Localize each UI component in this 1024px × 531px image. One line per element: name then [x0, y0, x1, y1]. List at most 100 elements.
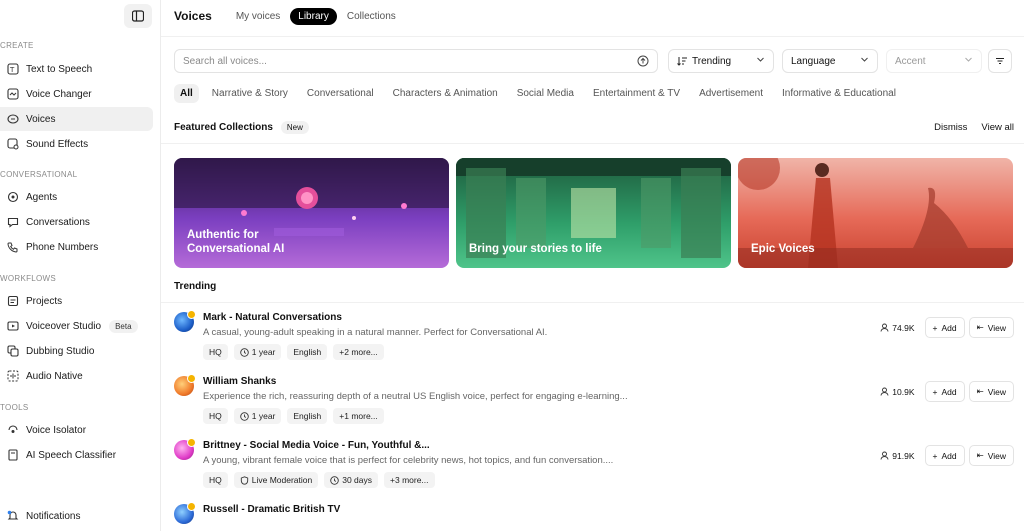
- beta-badge: Beta: [109, 319, 138, 333]
- sidebar-item-audio-native[interactable]: Audio Native: [0, 364, 153, 388]
- dubbing-icon: [6, 344, 20, 358]
- sound-effects-icon: [6, 137, 20, 151]
- voice-name[interactable]: Russell - Dramatic British TV: [203, 504, 340, 515]
- view-voice-button[interactable]: ⇤ View: [968, 445, 1014, 466]
- sidebar: CREATE T Text to Speech Voice Changer Vo…: [0, 0, 161, 531]
- section-workflows: WORKFLOWS: [0, 274, 57, 283]
- tag-more[interactable]: +2 more...: [333, 344, 384, 360]
- collection-card-epic[interactable]: Epic Voices: [738, 158, 1013, 268]
- chevron-down-icon: [860, 55, 869, 67]
- collection-card-stories[interactable]: Bring your stories to life: [456, 158, 731, 268]
- voice-tags: HQ 1 year English +1 more...: [203, 408, 390, 424]
- search-box: [174, 49, 658, 73]
- section-conversational: CONVERSATIONAL: [0, 170, 78, 179]
- usage-count: 74.9K: [880, 322, 915, 333]
- sidebar-item-voice-changer[interactable]: Voice Changer: [0, 82, 153, 106]
- tab-my-voices[interactable]: My voices: [228, 8, 288, 25]
- view-voice-button[interactable]: ⇤ View: [968, 317, 1014, 338]
- tab-library[interactable]: Library: [290, 7, 337, 25]
- voice-row[interactable]: William Shanks Experience the rich, reas…: [174, 373, 1014, 433]
- arrow-left-icon: ⇤: [976, 322, 984, 332]
- category-entertainment[interactable]: Entertainment & TV: [587, 84, 686, 103]
- language-dropdown[interactable]: Language: [782, 49, 878, 73]
- text-speech-icon: T: [6, 62, 20, 76]
- sidebar-item-label: Notifications: [26, 510, 81, 522]
- sidebar-item-notifications[interactable]: Notifications: [0, 504, 153, 528]
- voice-description: A young, vibrant female voice that is pe…: [203, 455, 614, 466]
- category-narrative[interactable]: Narrative & Story: [206, 84, 294, 103]
- tab-collections[interactable]: Collections: [339, 8, 404, 25]
- tag-quality: HQ: [203, 408, 228, 424]
- sidebar-item-label: Voice Isolator: [26, 424, 87, 436]
- tag-more[interactable]: +1 more...: [333, 408, 384, 424]
- category-advertisement[interactable]: Advertisement: [693, 84, 769, 103]
- plus-icon: +: [932, 450, 938, 461]
- sidebar-item-voice-isolator[interactable]: Voice Isolator: [0, 418, 153, 442]
- voice-actions: 91.9K + Add ⇤ View: [880, 445, 1014, 466]
- voice-name[interactable]: Mark - Natural Conversations: [203, 312, 342, 323]
- dismiss-link[interactable]: Dismiss: [934, 122, 967, 133]
- voice-search-icon[interactable]: [637, 55, 649, 70]
- sidebar-item-text-to-speech[interactable]: T Text to Speech: [0, 57, 153, 81]
- voice-actions: 10.9K + Add ⇤ View: [880, 381, 1014, 402]
- tag-language: English: [287, 408, 328, 424]
- voice-name[interactable]: Brittney - Social Media Voice - Fun, You…: [203, 440, 430, 451]
- classifier-icon: [6, 448, 20, 462]
- clock-icon: [330, 475, 339, 485]
- sidebar-item-voices[interactable]: Voices: [0, 107, 153, 131]
- voice-name[interactable]: William Shanks: [203, 376, 276, 387]
- divider: [161, 143, 1024, 144]
- sidebar-item-label: Phone Numbers: [26, 241, 99, 253]
- category-all[interactable]: All: [174, 84, 199, 103]
- category-social-media[interactable]: Social Media: [511, 84, 580, 103]
- add-voice-button[interactable]: + Add: [924, 445, 965, 466]
- studio-icon: [6, 319, 20, 333]
- tag-age-label: 1 year: [251, 411, 276, 421]
- voice-description: Experience the rich, reassuring depth of…: [203, 391, 628, 402]
- usage-value: 74.9K: [892, 322, 915, 333]
- phone-icon: [6, 240, 20, 254]
- add-voice-button[interactable]: + Add: [924, 381, 965, 402]
- user-icon: [880, 387, 889, 396]
- tag-age: 1 year: [233, 344, 282, 360]
- tag-more[interactable]: +3 more...: [384, 472, 435, 488]
- sidebar-toggle-button[interactable]: [124, 4, 152, 28]
- plus-icon: +: [932, 386, 938, 397]
- add-voice-button[interactable]: + Add: [924, 317, 965, 338]
- category-conversational[interactable]: Conversational: [301, 84, 380, 103]
- sidebar-item-agents[interactable]: Agents: [0, 185, 153, 209]
- sidebar-item-voiceover-studio[interactable]: Voiceover Studio Beta: [0, 314, 153, 338]
- sidebar-item-dubbing-studio[interactable]: Dubbing Studio: [0, 339, 153, 363]
- search-input[interactable]: [183, 55, 623, 67]
- sidebar-item-projects[interactable]: Projects: [0, 289, 153, 313]
- accent-dropdown[interactable]: Accent: [886, 49, 982, 73]
- user-icon: [880, 323, 889, 332]
- section-create: CREATE: [0, 41, 34, 50]
- voice-row[interactable]: Brittney - Social Media Voice - Fun, You…: [174, 437, 1014, 497]
- sidebar-item-sound-effects[interactable]: Sound Effects: [0, 132, 153, 156]
- arrow-left-icon: ⇤: [976, 450, 984, 460]
- sidebar-item-phone-numbers[interactable]: Phone Numbers: [0, 235, 153, 259]
- arrow-left-icon: ⇤: [976, 386, 984, 396]
- sort-value: Trending: [692, 55, 732, 67]
- tag-moderation: Live Moderation: [233, 472, 319, 488]
- view-voice-button[interactable]: ⇤ View: [968, 381, 1014, 402]
- category-characters[interactable]: Characters & Animation: [387, 84, 504, 103]
- sort-dropdown[interactable]: Trending: [668, 49, 774, 73]
- sidebar-item-label: Agents: [26, 191, 58, 203]
- voice-row[interactable]: Russell - Dramatic British TV: [174, 501, 1014, 531]
- sidebar-item-ai-speech-classifier[interactable]: AI Speech Classifier: [0, 443, 153, 467]
- category-informative[interactable]: Informative & Educational: [776, 84, 902, 103]
- filter-button[interactable]: [988, 49, 1012, 73]
- sidebar-item-label: Voice Changer: [26, 88, 92, 100]
- card-title: Authentic for Conversational AI: [187, 229, 285, 255]
- usage-count: 91.9K: [880, 451, 915, 461]
- chat-icon: [6, 215, 20, 229]
- card-title: Epic Voices: [751, 243, 815, 255]
- tag-moderation-label: Live Moderation: [251, 475, 313, 485]
- voice-row[interactable]: Mark - Natural Conversations A casual, y…: [174, 309, 1014, 369]
- view-all-link[interactable]: View all: [981, 122, 1014, 133]
- sidebar-item-conversations[interactable]: Conversations: [0, 210, 153, 234]
- collection-card-conversational[interactable]: Authentic for Conversational AI: [174, 158, 449, 268]
- add-label: Add: [941, 450, 957, 461]
